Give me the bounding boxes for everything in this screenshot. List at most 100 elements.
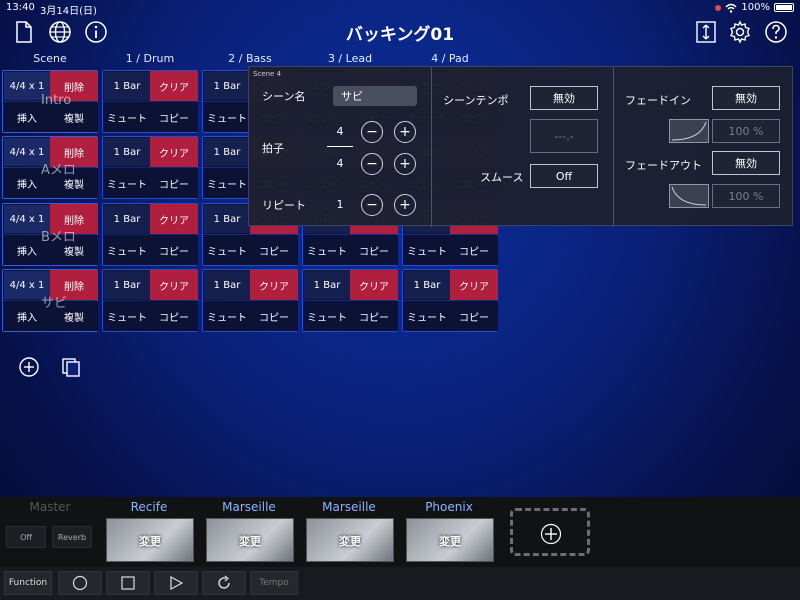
- fade-in-percent[interactable]: 100 %: [712, 119, 780, 143]
- track-cell[interactable]: 1 Barクリアミュートコピー: [302, 269, 398, 332]
- clip-mute-button[interactable]: ミュート: [203, 301, 251, 331]
- add-scene-icon[interactable]: [18, 356, 40, 378]
- clip-copy-button[interactable]: コピー: [150, 168, 198, 198]
- clip-copy-button[interactable]: コピー: [150, 102, 198, 132]
- clip-mute-button[interactable]: ミュート: [103, 301, 151, 331]
- scene-meter[interactable]: 4/4 x 1: [3, 137, 51, 167]
- scene-delete-button[interactable]: 削除: [50, 270, 98, 300]
- clip-length[interactable]: 1 Bar: [103, 270, 151, 300]
- scene-insert-button[interactable]: 挿入: [3, 102, 51, 132]
- clip-mute-button[interactable]: ミュート: [303, 301, 351, 331]
- scene-cell[interactable]: 4/4 x 1 削除 挿入 複製 Aメロ: [2, 136, 98, 199]
- denominator-minus-button[interactable]: −: [361, 153, 383, 175]
- scene-delete-button[interactable]: 削除: [50, 204, 98, 234]
- scene-name-field[interactable]: サビ: [333, 86, 417, 106]
- scene-duplicate-button[interactable]: 複製: [50, 168, 98, 198]
- fade-in-curve-icon[interactable]: [669, 119, 709, 143]
- clip-mute-button[interactable]: ミュート: [403, 235, 451, 265]
- clip-mute-button[interactable]: ミュート: [103, 168, 151, 198]
- gear-icon[interactable]: [728, 20, 752, 44]
- clip-length[interactable]: 1 Bar: [203, 204, 251, 234]
- numerator-minus-button[interactable]: −: [361, 121, 383, 143]
- track-cell[interactable]: 1 Barクリアミュートコピー: [102, 136, 198, 199]
- master-reverb-button[interactable]: Reverb: [52, 526, 92, 548]
- stop-button[interactable]: [106, 571, 150, 595]
- denominator-plus-button[interactable]: +: [394, 153, 416, 175]
- clip-mute-button[interactable]: ミュート: [303, 235, 351, 265]
- clip-length[interactable]: 1 Bar: [403, 270, 451, 300]
- clip-mute-button[interactable]: ミュート: [103, 235, 151, 265]
- clip-clear-button[interactable]: クリア: [450, 270, 498, 300]
- clip-copy-button[interactable]: コピー: [150, 235, 198, 265]
- clip-clear-button[interactable]: クリア: [350, 270, 398, 300]
- change-instrument-button[interactable]: 変更: [407, 533, 493, 549]
- fade-out-percent[interactable]: 100 %: [712, 184, 780, 208]
- fade-out-toggle[interactable]: 無効: [712, 151, 780, 175]
- scene-cell[interactable]: 4/4 x 1 削除 挿入 複製 Bメロ: [2, 203, 98, 266]
- play-button[interactable]: [154, 571, 198, 595]
- smooth-toggle[interactable]: Off: [530, 164, 598, 188]
- clip-mute-button[interactable]: ミュート: [203, 102, 251, 132]
- repeat-minus-button[interactable]: −: [361, 194, 383, 216]
- clip-mute-button[interactable]: ミュート: [103, 102, 151, 132]
- clip-copy-button[interactable]: コピー: [150, 301, 198, 331]
- clip-clear-button[interactable]: クリア: [150, 137, 198, 167]
- clip-copy-button[interactable]: コピー: [350, 235, 398, 265]
- clip-copy-button[interactable]: コピー: [250, 301, 298, 331]
- scene-cell[interactable]: 4/4 x 1 削除 挿入 複製 Intro: [2, 70, 98, 133]
- clip-mute-button[interactable]: ミュート: [203, 168, 251, 198]
- track-cell[interactable]: 1 Barクリアミュートコピー: [402, 269, 498, 332]
- clip-length[interactable]: 1 Bar: [103, 71, 151, 101]
- instrument-thumbnail[interactable]: 変更: [106, 518, 194, 562]
- scene-insert-button[interactable]: 挿入: [3, 301, 51, 331]
- clip-length[interactable]: 1 Bar: [203, 137, 251, 167]
- clip-copy-button[interactable]: コピー: [250, 235, 298, 265]
- track-cell[interactable]: 1 Barクリアミュートコピー: [202, 269, 298, 332]
- loop-button[interactable]: [202, 571, 246, 595]
- add-instrument-slot[interactable]: [510, 508, 590, 556]
- scene-insert-button[interactable]: 挿入: [3, 168, 51, 198]
- scene-delete-button[interactable]: 削除: [50, 71, 98, 101]
- fade-out-curve-icon[interactable]: [669, 184, 709, 208]
- track-cell[interactable]: 1 Barクリアミュートコピー: [102, 70, 198, 133]
- scene-cell[interactable]: 4/4 x 1 削除 挿入 複製 サビ: [2, 269, 98, 332]
- clip-clear-button[interactable]: クリア: [150, 71, 198, 101]
- scene-tempo-toggle[interactable]: 無効: [530, 86, 598, 110]
- function-button[interactable]: Function: [4, 571, 52, 595]
- clip-clear-button[interactable]: クリア: [150, 204, 198, 234]
- clip-length[interactable]: 1 Bar: [203, 270, 251, 300]
- tempo-button[interactable]: Tempo: [250, 571, 298, 595]
- instrument-thumbnail[interactable]: 変更: [206, 518, 294, 562]
- resize-icon[interactable]: [694, 20, 718, 44]
- track-cell[interactable]: 1 Barクリアミュートコピー: [102, 203, 198, 266]
- clip-length[interactable]: 1 Bar: [103, 137, 151, 167]
- track-cell[interactable]: 1 Barクリアミュートコピー: [102, 269, 198, 332]
- scene-tempo-display[interactable]: ---.-: [530, 119, 598, 153]
- duplicate-scene-icon[interactable]: [60, 356, 82, 378]
- change-instrument-button[interactable]: 変更: [207, 533, 293, 549]
- master-off-button[interactable]: Off: [6, 526, 46, 548]
- clip-copy-button[interactable]: コピー: [350, 301, 398, 331]
- scene-meter[interactable]: 4/4 x 1: [3, 204, 51, 234]
- clip-copy-button[interactable]: コピー: [450, 301, 498, 331]
- clip-length[interactable]: 1 Bar: [203, 71, 251, 101]
- scene-duplicate-button[interactable]: 複製: [50, 102, 98, 132]
- repeat-plus-button[interactable]: +: [394, 194, 416, 216]
- help-icon[interactable]: [764, 20, 788, 44]
- scene-delete-button[interactable]: 削除: [50, 137, 98, 167]
- clip-length[interactable]: 1 Bar: [303, 270, 351, 300]
- clip-mute-button[interactable]: ミュート: [403, 301, 451, 331]
- clip-length[interactable]: 1 Bar: [103, 204, 151, 234]
- scene-meter[interactable]: 4/4 x 1: [3, 71, 51, 101]
- clip-mute-button[interactable]: ミュート: [203, 235, 251, 265]
- scene-meter[interactable]: 4/4 x 1: [3, 270, 51, 300]
- scene-duplicate-button[interactable]: 複製: [50, 301, 98, 331]
- clip-clear-button[interactable]: クリア: [250, 270, 298, 300]
- scene-insert-button[interactable]: 挿入: [3, 235, 51, 265]
- instrument-thumbnail[interactable]: 変更: [406, 518, 494, 562]
- numerator-plus-button[interactable]: +: [394, 121, 416, 143]
- change-instrument-button[interactable]: 変更: [307, 533, 393, 549]
- instrument-thumbnail[interactable]: 変更: [306, 518, 394, 562]
- clip-copy-button[interactable]: コピー: [450, 235, 498, 265]
- clip-clear-button[interactable]: クリア: [150, 270, 198, 300]
